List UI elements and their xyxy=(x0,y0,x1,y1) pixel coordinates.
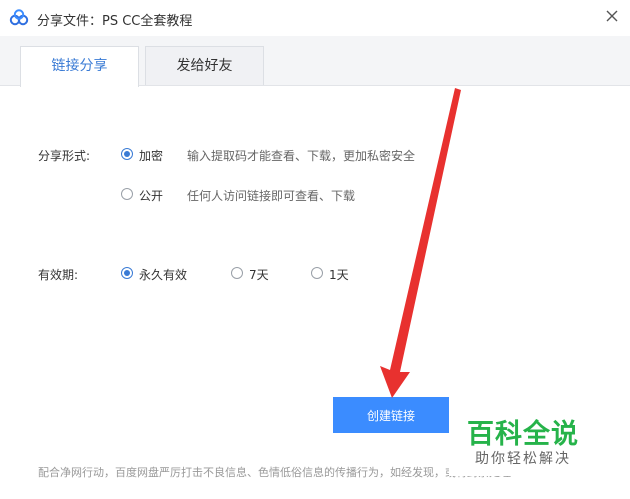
create-link-button[interactable]: 创建链接 xyxy=(333,397,449,433)
radio-encrypted-label[interactable]: 加密 xyxy=(139,147,163,164)
radio-encrypted[interactable] xyxy=(121,148,133,160)
radio-public-label[interactable]: 公开 xyxy=(139,187,163,204)
tab-bar: 链接分享 发给好友 xyxy=(0,36,630,87)
tab-send-to-friend[interactable]: 发给好友 xyxy=(145,46,264,85)
radio-public[interactable] xyxy=(121,188,133,200)
radio-7-days-label[interactable]: 7天 xyxy=(249,266,269,283)
watermark-main-text: 百科全说 xyxy=(467,419,579,450)
tab-link-share[interactable]: 链接分享 xyxy=(20,46,139,87)
radio-permanent-label[interactable]: 永久有效 xyxy=(139,266,187,283)
radio-1-day[interactable] xyxy=(311,267,323,279)
title-bar: 分享文件：PS CC全套教程 xyxy=(0,0,630,36)
window-title: 分享文件：PS CC全套教程 xyxy=(37,14,193,29)
baidu-netdisk-logo-icon xyxy=(9,9,29,26)
watermark-sub-text: 助你轻松解决 xyxy=(475,451,571,467)
close-icon[interactable] xyxy=(600,4,624,28)
public-description: 任何人访问链接即可查看、下载 xyxy=(187,189,356,203)
radio-7-days[interactable] xyxy=(231,267,243,279)
watermark: 百科全说 助你轻松解决 xyxy=(449,398,609,476)
radio-1-day-label[interactable]: 1天 xyxy=(329,266,349,283)
radio-permanent[interactable] xyxy=(121,267,133,279)
validity-label: 有效期: xyxy=(38,268,79,282)
share-form-label: 分享形式: xyxy=(38,149,91,163)
encrypted-description: 输入提取码才能查看、下载，更加私密安全 xyxy=(187,149,416,163)
